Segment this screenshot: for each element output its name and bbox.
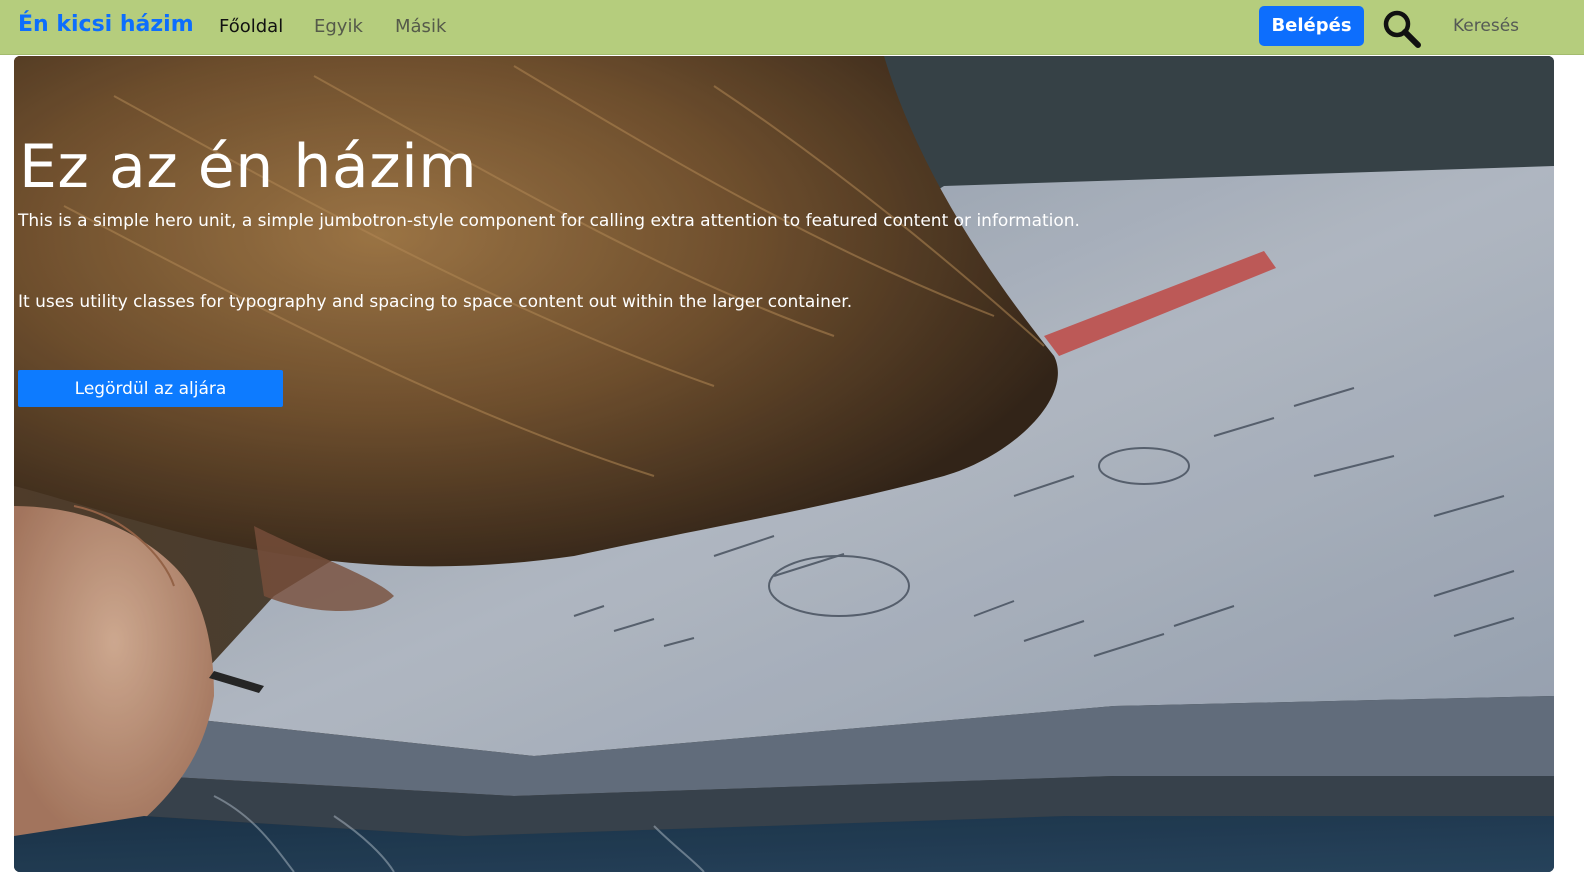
hero-title: Ez az én házim bbox=[19, 132, 478, 202]
hero-body-text: It uses utility classes for typography a… bbox=[18, 292, 853, 312]
login-button[interactable]: Belépés bbox=[1259, 6, 1364, 46]
hero-section: Ez az én házim This is a simple hero uni… bbox=[14, 56, 1554, 872]
nav-link-masik[interactable]: Másik bbox=[395, 16, 446, 37]
search-input[interactable] bbox=[1440, 9, 1522, 43]
search-icon[interactable] bbox=[1382, 9, 1422, 49]
top-navbar: Én kicsi házim Főoldal Egyik Másik Belép… bbox=[0, 0, 1584, 55]
nav-link-home[interactable]: Főoldal bbox=[219, 16, 283, 37]
hero-lead-text: This is a simple hero unit, a simple jum… bbox=[18, 211, 1080, 231]
brand-link[interactable]: Én kicsi házim bbox=[18, 12, 194, 37]
nav-link-egyik[interactable]: Egyik bbox=[314, 16, 363, 37]
dropdown-button[interactable]: Legördül az aljára bbox=[18, 370, 283, 407]
